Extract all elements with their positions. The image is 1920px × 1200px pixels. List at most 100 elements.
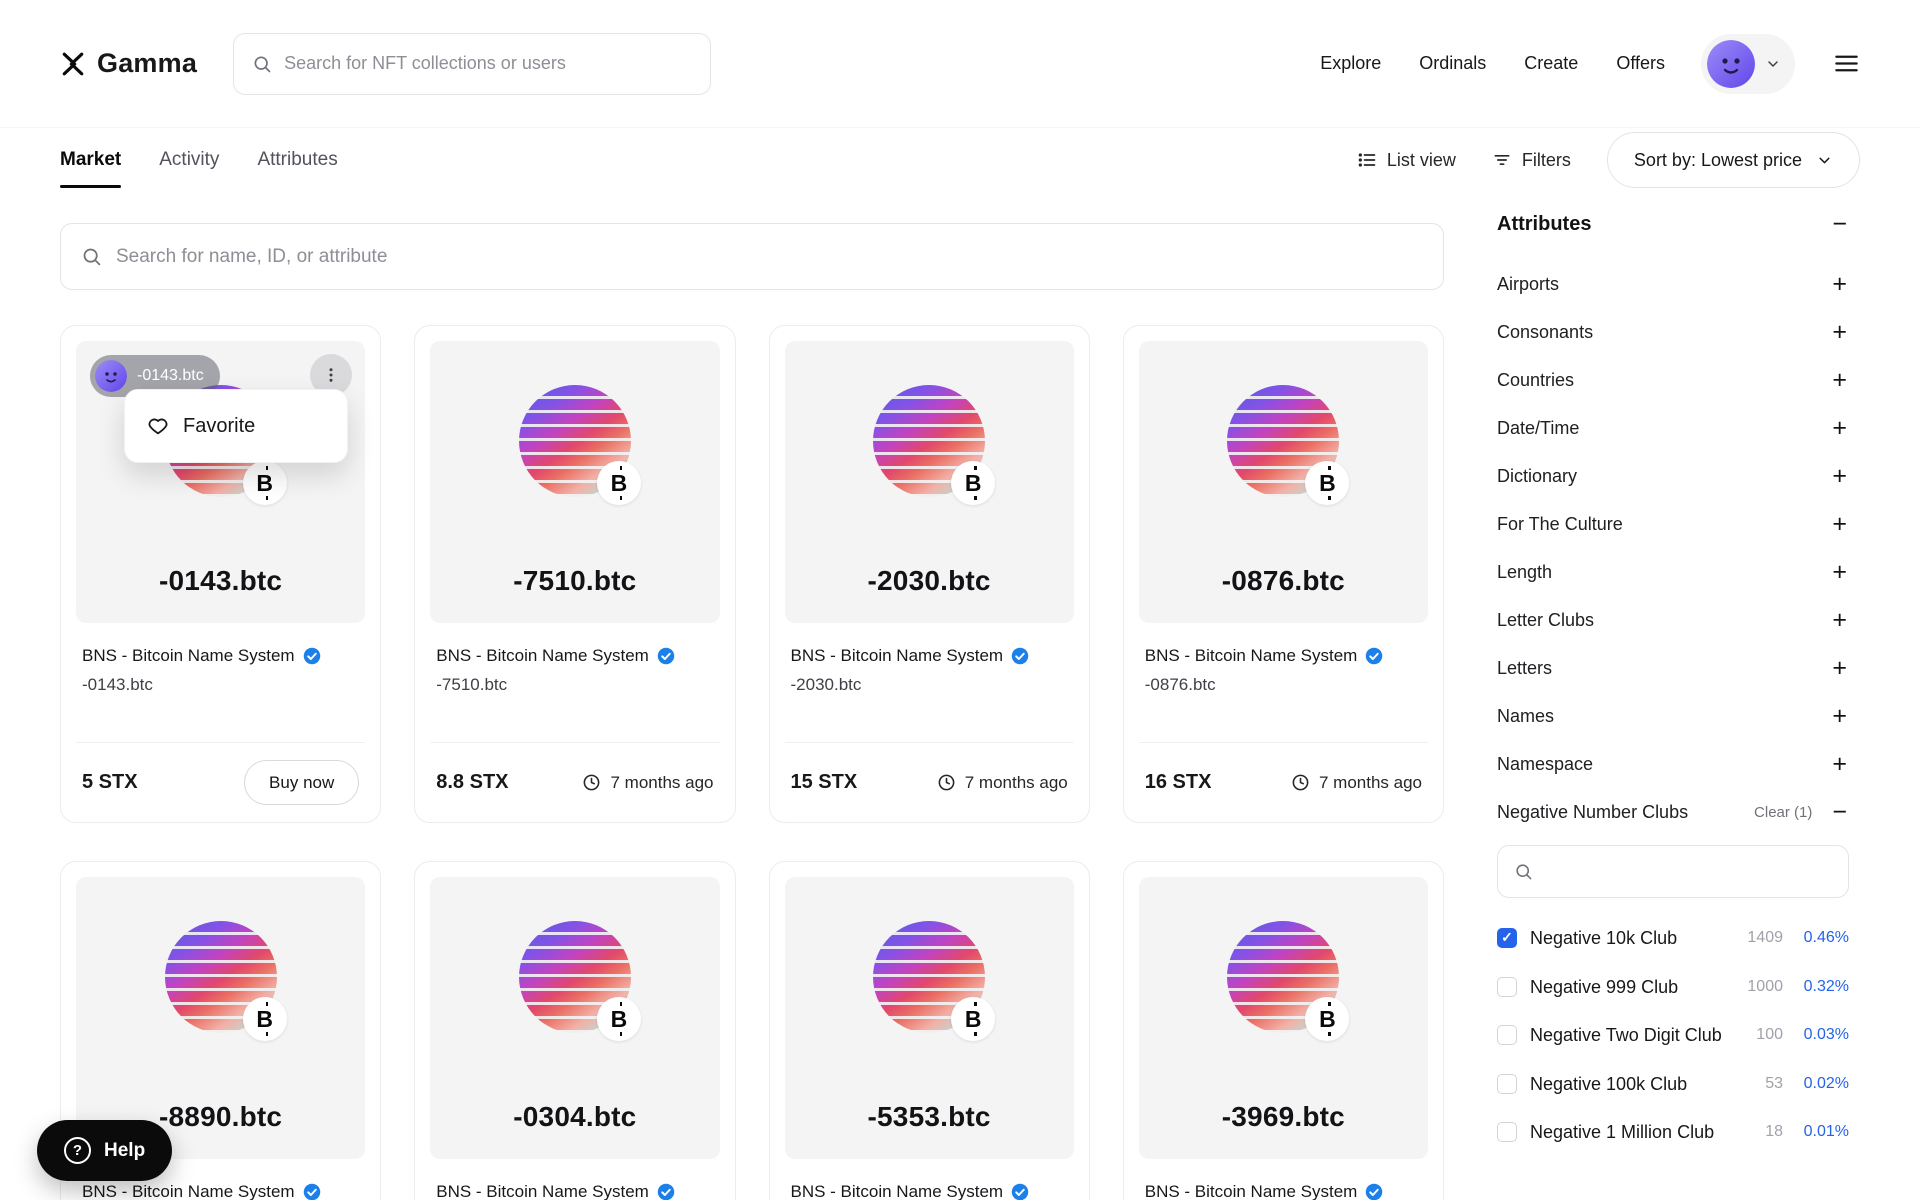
option-negative-100k-club[interactable]: Negative 100k Club 53 0.02% — [1497, 1060, 1849, 1109]
option-negative-two-digit-club[interactable]: Negative Two Digit Club 100 0.03% — [1497, 1011, 1849, 1060]
checkbox[interactable] — [1497, 1074, 1517, 1094]
favorite-label: Favorite — [183, 415, 255, 438]
expand-icon[interactable] — [1830, 704, 1849, 729]
menu-button[interactable] — [1833, 50, 1860, 77]
collection-name[interactable]: BNS - Bitcoin Name System — [1145, 1182, 1358, 1200]
attribute-category-airports[interactable]: Airports — [1497, 260, 1849, 308]
favorite-menu-item[interactable]: Favorite — [124, 389, 348, 463]
nft-meta: BNS - Bitcoin Name System — [430, 1159, 719, 1200]
collection-name[interactable]: BNS - Bitcoin Name System — [436, 646, 649, 666]
gamma-logo[interactable]: Gamma — [60, 48, 197, 79]
attribute-category-consonants[interactable]: Consonants — [1497, 308, 1849, 356]
bitcoin-badge — [243, 461, 287, 505]
collapse-icon[interactable] — [1830, 212, 1849, 237]
item-name-pill-label: -0143.btc — [137, 367, 204, 385]
filter-icon — [1492, 150, 1512, 170]
tab-activity-label: Activity — [159, 149, 219, 171]
attribute-category-for-the-culture[interactable]: For The Culture — [1497, 500, 1849, 548]
nft-meta: BNS - Bitcoin Name System -2030.btc — [785, 623, 1074, 741]
attribute-category-negative-number-clubs[interactable]: Negative Number Clubs Clear (1) — [1497, 788, 1849, 836]
global-search[interactable] — [233, 33, 711, 95]
nav-create[interactable]: Create — [1524, 53, 1578, 74]
nft-image-panel: -5353.btc — [785, 877, 1074, 1159]
nav-ordinals[interactable]: Ordinals — [1419, 53, 1486, 74]
collection-name[interactable]: BNS - Bitcoin Name System — [1145, 646, 1358, 666]
attribute-category-letter-clubs[interactable]: Letter Clubs — [1497, 596, 1849, 644]
tab-market[interactable]: Market — [60, 132, 121, 188]
nft-footer: 8.8 STX 7 months ago — [430, 742, 719, 822]
attribute-categories: Airports Consonants Countries Date/Time … — [1497, 260, 1849, 836]
nft-card[interactable]: -0876.btc BNS - Bitcoin Name System -087… — [1123, 325, 1444, 823]
nft-image-panel: -3969.btc — [1139, 877, 1428, 1159]
attribute-category-dictionary[interactable]: Dictionary — [1497, 452, 1849, 500]
global-search-input[interactable] — [284, 53, 692, 74]
checkbox[interactable] — [1497, 1025, 1517, 1045]
nft-card[interactable]: -2030.btc BNS - Bitcoin Name System -203… — [769, 325, 1090, 823]
nav-explore[interactable]: Explore — [1320, 53, 1381, 74]
collapse-icon[interactable] — [1830, 800, 1849, 825]
list-view-button[interactable]: List view — [1357, 150, 1456, 171]
help-button[interactable]: Help — [37, 1120, 172, 1181]
collection-name[interactable]: BNS - Bitcoin Name System — [791, 646, 1004, 666]
expand-icon[interactable] — [1830, 512, 1849, 537]
attribute-category-countries[interactable]: Countries — [1497, 356, 1849, 404]
account-menu-button[interactable] — [1701, 34, 1795, 94]
attribute-category-letters[interactable]: Letters — [1497, 644, 1849, 692]
checkbox[interactable] — [1497, 977, 1517, 997]
expand-icon[interactable] — [1830, 656, 1849, 681]
attributes-header[interactable]: Attributes — [1497, 212, 1849, 237]
expand-icon[interactable] — [1830, 416, 1849, 441]
checkbox[interactable] — [1497, 1122, 1517, 1142]
bitcoin-icon — [611, 1006, 628, 1033]
expand-icon[interactable] — [1830, 464, 1849, 489]
expand-icon[interactable] — [1830, 368, 1849, 393]
clear-filter-button[interactable]: Clear (1) — [1754, 804, 1812, 821]
category-label: Date/Time — [1497, 418, 1579, 439]
option-negative-10k-club[interactable]: Negative 10k Club 1409 0.46% — [1497, 914, 1849, 963]
nft-image-panel: -0304.btc — [430, 877, 719, 1159]
option-negative-999-club[interactable]: Negative 999 Club 1000 0.32% — [1497, 963, 1849, 1012]
nft-card[interactable]: -0304.btc BNS - Bitcoin Name System — [414, 861, 735, 1200]
option-label: Negative 1 Million Club — [1530, 1121, 1765, 1144]
nft-name: -0876.btc — [1222, 565, 1345, 597]
collection-name[interactable]: BNS - Bitcoin Name System — [791, 1182, 1004, 1200]
option-negative-1-million-club[interactable]: Negative 1 Million Club 18 0.01% — [1497, 1108, 1849, 1157]
collection-name[interactable]: BNS - Bitcoin Name System — [82, 646, 295, 666]
attribute-category-datetime[interactable]: Date/Time — [1497, 404, 1849, 452]
tab-attributes[interactable]: Attributes — [257, 132, 337, 188]
attribute-category-names[interactable]: Names — [1497, 692, 1849, 740]
verified-badge-icon — [1011, 1183, 1029, 1200]
attribute-search[interactable] — [1497, 845, 1849, 898]
nft-card[interactable]: -0143.btc Favorite -0143.btc BNS - Bitco… — [60, 325, 381, 823]
expand-icon[interactable] — [1830, 320, 1849, 345]
expand-icon[interactable] — [1830, 752, 1849, 777]
expand-icon[interactable] — [1830, 608, 1849, 633]
sort-button[interactable]: Sort by: Lowest price — [1607, 132, 1860, 188]
bitcoin-icon — [1319, 1006, 1336, 1033]
checkbox[interactable] — [1497, 928, 1517, 948]
nav-offers[interactable]: Offers — [1616, 53, 1665, 74]
clock-icon — [937, 773, 956, 792]
nft-footer: 15 STX 7 months ago — [785, 742, 1074, 822]
nft-card[interactable]: -7510.btc BNS - Bitcoin Name System -751… — [414, 325, 735, 823]
collection-name[interactable]: BNS - Bitcoin Name System — [82, 1182, 295, 1200]
collection-name[interactable]: BNS - Bitcoin Name System — [436, 1182, 649, 1200]
expand-icon[interactable] — [1830, 272, 1849, 297]
collection-search[interactable] — [60, 223, 1444, 290]
nft-subname: -2030.btc — [791, 675, 1068, 695]
nft-subname: -0143.btc — [82, 675, 359, 695]
attribute-search-input[interactable] — [1543, 861, 1832, 882]
nft-card[interactable]: -3969.btc BNS - Bitcoin Name System — [1123, 861, 1444, 1200]
heart-icon — [147, 415, 169, 437]
expand-icon[interactable] — [1830, 560, 1849, 585]
collection-search-input[interactable] — [116, 246, 1423, 268]
nft-card[interactable]: -5353.btc BNS - Bitcoin Name System — [769, 861, 1090, 1200]
option-label: Negative 999 Club — [1530, 976, 1747, 999]
tab-activity[interactable]: Activity — [159, 132, 219, 188]
filters-button[interactable]: Filters — [1492, 150, 1571, 171]
attribute-category-namespace[interactable]: Namespace — [1497, 740, 1849, 788]
option-count: 18 — [1765, 1123, 1783, 1141]
buy-now-button[interactable]: Buy now — [244, 760, 359, 805]
attribute-category-length[interactable]: Length — [1497, 548, 1849, 596]
tabs: Market Activity Attributes — [60, 132, 338, 188]
